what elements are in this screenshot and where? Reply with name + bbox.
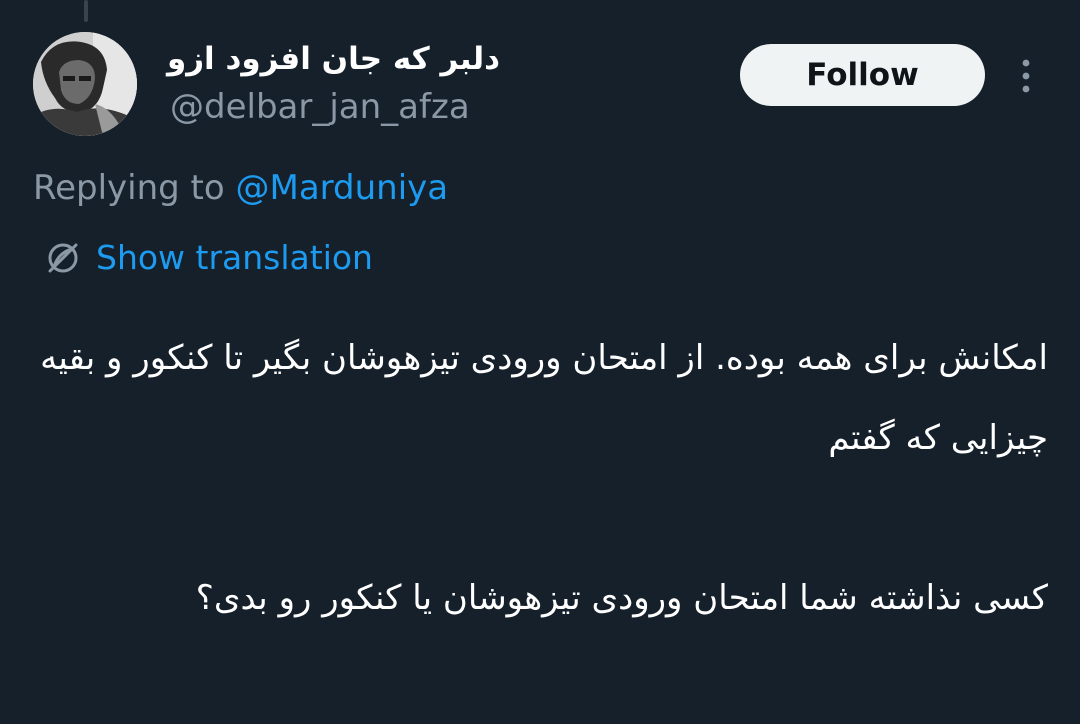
avatar-photo-icon [33,32,137,136]
replying-to-line: Replying to @Marduniya [33,166,448,210]
author-username[interactable]: @delbar_jan_afza [170,86,470,128]
replying-to-label: Replying to [33,168,236,208]
show-translation-button[interactable]: Show translation [44,236,373,280]
tweet-text: امکانش برای همه بوده. از امتحان ورودی تی… [33,318,1048,638]
follow-button[interactable]: Follow [740,44,985,106]
more-options-button[interactable] [1008,56,1044,96]
show-translation-label: Show translation [96,238,373,277]
author-display-name[interactable]: دلبر که جان افزود ازو [167,38,500,80]
thread-connector-line [84,0,88,22]
more-vertical-icon [1022,59,1030,93]
reply-mention-link[interactable]: @Marduniya [236,168,449,208]
globe-icon [44,239,82,277]
tweet-paragraph: کسی نذاشته شما امتحان ورودی تیزهوشان یا … [195,578,1048,618]
avatar[interactable] [33,32,137,136]
tweet-paragraph: امکانش برای همه بوده. از امتحان ورودی تی… [40,338,1048,458]
